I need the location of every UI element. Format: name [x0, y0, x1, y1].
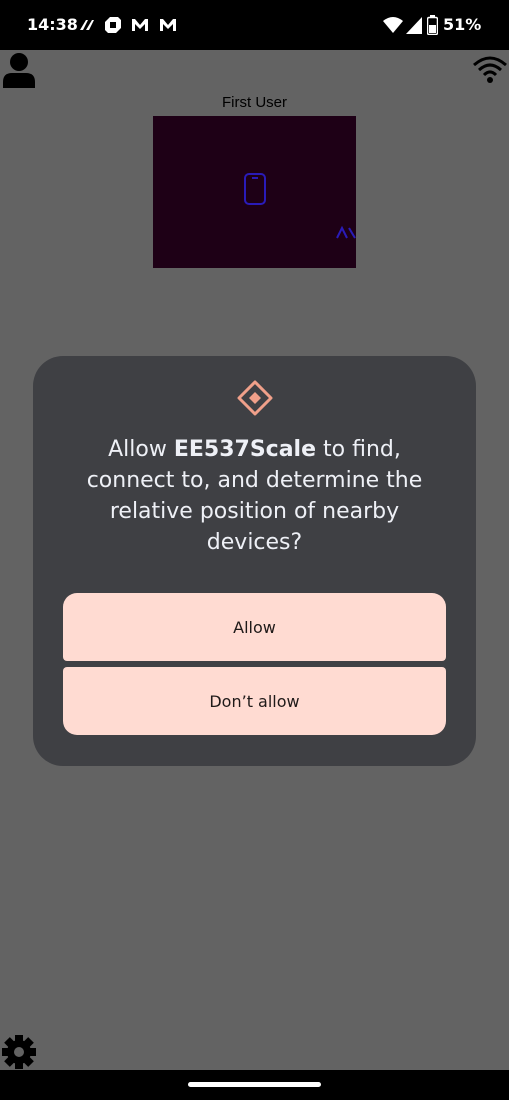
- app-notification-icon: [80, 20, 94, 30]
- app-name: EE537Scale: [173, 437, 317, 462]
- permission-dialog: Allow EE537Scale to find, connect to, an…: [33, 356, 476, 766]
- wifi-icon[interactable]: [472, 55, 508, 85]
- chase-icon: [105, 17, 121, 33]
- message-prefix: Allow: [108, 437, 174, 462]
- battery-percent: 51%: [443, 15, 482, 34]
- dont-allow-button[interactable]: Don’t allow: [63, 667, 446, 735]
- status-bar: 14:38 51%: [0, 0, 509, 50]
- home-gesture-handle[interactable]: [188, 1082, 321, 1087]
- gmail-icon: [132, 19, 148, 31]
- nearby-devices-icon: [237, 380, 273, 416]
- cell-signal-icon: [406, 17, 422, 34]
- camera-preview: [153, 116, 356, 268]
- corner-icon: [336, 226, 356, 239]
- dont-allow-button-label: Don’t allow: [209, 691, 300, 711]
- allow-button[interactable]: Allow: [63, 593, 446, 661]
- user-name: First User: [222, 94, 287, 111]
- phone-icon: [244, 173, 266, 205]
- navigation-bar: [0, 1070, 509, 1100]
- user-icon[interactable]: [3, 52, 35, 88]
- gear-icon[interactable]: [0, 1034, 38, 1070]
- allow-button-label: Allow: [233, 617, 276, 637]
- battery-icon: [427, 15, 438, 35]
- dialog-message: Allow EE537Scale to find, connect to, an…: [61, 434, 448, 558]
- wifi-icon: [383, 17, 403, 33]
- status-time: 14:38: [27, 15, 78, 34]
- gmail-icon: [160, 19, 176, 31]
